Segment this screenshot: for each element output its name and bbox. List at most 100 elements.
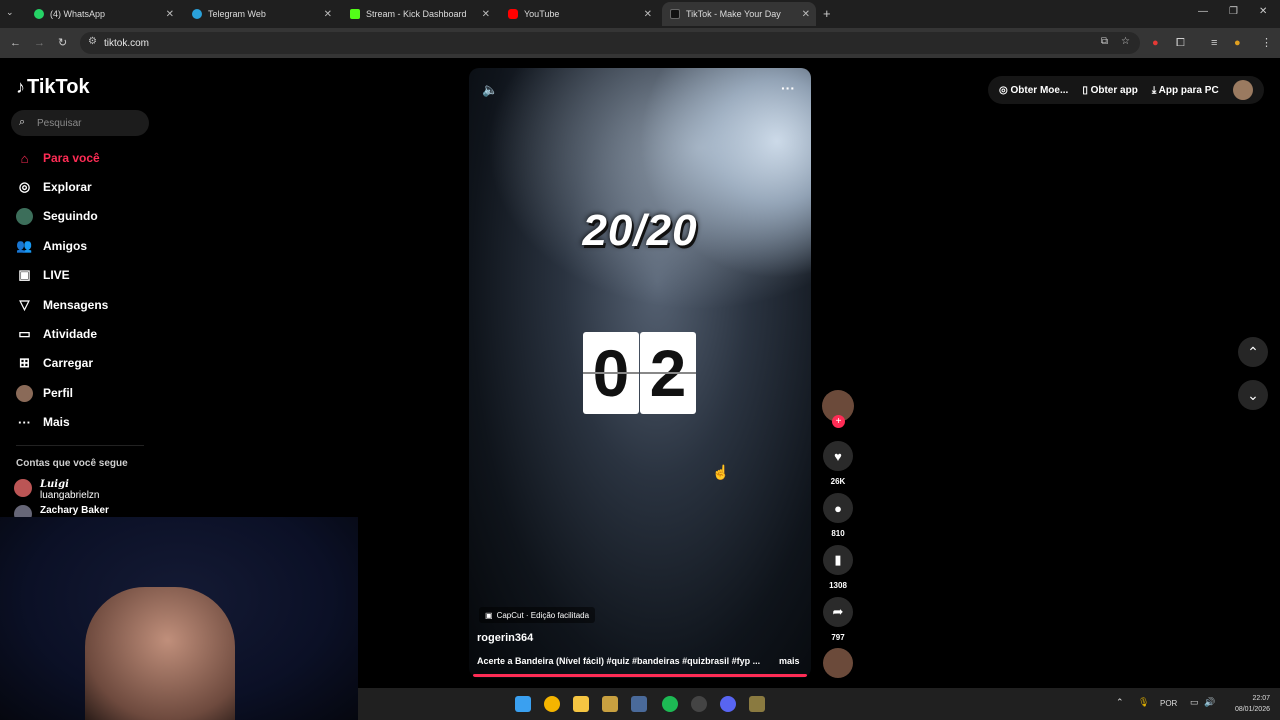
search-input[interactable]: ⌕ Pesquisar (11, 110, 149, 136)
sidebar-item-live[interactable]: ▣ LIVE (16, 265, 70, 285)
timer-digit: 2 (640, 332, 696, 414)
sidebar-item-atividade[interactable]: ▭ Atividade (16, 324, 97, 344)
capcut-icon: ▣ (485, 610, 493, 620)
sidebar-item-perfil[interactable]: Perfil (16, 383, 73, 403)
system-clock[interactable]: 22:07 08/01/2026 (1235, 693, 1270, 715)
sidebar: ♪ TikTok ⌕ Pesquisar ⌂ Para você ◎ Explora… (0, 58, 160, 523)
app-icon[interactable] (602, 696, 618, 712)
spotify-icon[interactable] (662, 696, 678, 712)
friends-icon: 👥 (16, 238, 33, 253)
app-icon[interactable] (631, 696, 647, 712)
sidebar-item-explorar[interactable]: ◎ Explorar (16, 177, 92, 197)
bookmark-button[interactable]: ▮ 1308 (822, 545, 854, 590)
user-avatar[interactable] (1232, 80, 1253, 100)
close-tab-icon[interactable]: ✕ (802, 9, 810, 20)
get-coins-label: Obter Moe... (1010, 84, 1069, 96)
caption-more-link[interactable]: mais (779, 656, 800, 666)
whatsapp-icon (34, 9, 44, 19)
maximize-icon[interactable]: ❐ (1229, 6, 1238, 17)
next-video-button[interactable]: ⌄ (1238, 380, 1268, 410)
site-info-icon[interactable]: ⚙ (88, 36, 97, 47)
video-progress-bar[interactable] (473, 674, 807, 677)
get-app-button[interactable]: ▯ Obter app (1082, 85, 1138, 96)
browser-toolbar: ← → ↻ ⚙ tiktok.com ⧉ ☆ ● ⧠ ≡ ● ⋮ (0, 28, 1280, 58)
comment-button[interactable]: ● 810 (822, 493, 854, 538)
obs-icon[interactable] (691, 696, 707, 712)
language-indicator[interactable]: POR (1160, 699, 1177, 708)
youtube-icon (508, 9, 518, 19)
tab-kick[interactable]: Stream - Kick Dashboard ✕ (342, 2, 496, 26)
speaker-icon[interactable]: 🔊 (1204, 697, 1215, 708)
extensions-puzzle-icon[interactable]: ⧠ (1176, 36, 1185, 50)
account-name: Luigi (40, 479, 69, 490)
nav-label: LIVE (43, 268, 70, 282)
account-handle: luangabrielzn (40, 490, 100, 501)
streamer-image (85, 587, 235, 720)
like-button[interactable]: ♥ 26K (822, 441, 854, 486)
address-bar[interactable]: ⚙ tiktok.com ⧉ ☆ (80, 32, 1140, 54)
new-tab-icon[interactable]: + (823, 6, 831, 21)
start-icon[interactable] (515, 696, 531, 712)
sidebar-item-carregar[interactable]: ⊞ Carregar (16, 353, 93, 373)
following-section-title: Contas que você segue (16, 458, 128, 469)
video-player[interactable]: 🔈 ··· 20/20 0 2 ▣ CapCut · Edição facili… (469, 68, 811, 678)
get-coins-button[interactable]: ◎ Obter Moe... (999, 85, 1068, 96)
microphone-icon[interactable]: 🎙 (1138, 697, 1149, 708)
discord-icon[interactable] (720, 696, 736, 712)
tab-search-icon[interactable]: ⌄ (6, 7, 14, 18)
video-username[interactable]: rogerin364 (477, 632, 533, 644)
minimize-icon[interactable]: — (1198, 6, 1208, 17)
chevron-down-icon: ⌄ (1247, 386, 1259, 403)
sidebar-item-mensagens[interactable]: ▽ Mensagens (16, 295, 109, 315)
sidebar-item-amigos[interactable]: 👥 Amigos (16, 236, 87, 256)
nav-label: Amigos (43, 239, 88, 253)
creator-avatar[interactable]: + (822, 390, 854, 428)
compass-icon: ◎ (18, 179, 31, 194)
install-icon[interactable]: ⧉ (1101, 36, 1108, 47)
followed-account[interactable]: Luigi luangabrielzn (14, 479, 100, 501)
forward-icon[interactable]: → (34, 36, 45, 50)
following-icon (16, 207, 33, 225)
nav-label: Atividade (43, 327, 98, 341)
network-icon[interactable]: ▭ (1190, 697, 1199, 708)
tab-whatsapp[interactable]: (4) WhatsApp ✕ (26, 2, 180, 26)
file-explorer-icon[interactable] (573, 696, 589, 712)
tab-telegram[interactable]: Telegram Web ✕ (184, 2, 338, 26)
sidebar-item-seguindo[interactable]: Seguindo (16, 206, 98, 226)
chrome-icon[interactable] (544, 696, 560, 712)
back-icon[interactable]: ← (10, 36, 21, 50)
top-right-bar: ◎ Obter Moe... ▯ Obter app ⤓ App para PC (988, 76, 1264, 104)
close-tab-icon[interactable]: ✕ (166, 9, 174, 20)
profile-avatar-icon[interactable]: ● (1234, 36, 1241, 50)
nav-label: Para você (43, 151, 100, 165)
follow-plus-icon[interactable]: + (832, 415, 845, 428)
tab-youtube[interactable]: YouTube ✕ (500, 2, 658, 26)
get-app-label: Obter app (1090, 84, 1138, 96)
tray-chevron-icon[interactable]: ⌃ (1116, 697, 1124, 708)
previous-video-button[interactable]: ⌃ (1238, 337, 1268, 367)
close-window-icon[interactable]: ✕ (1259, 6, 1267, 17)
more-icon: ··· (18, 414, 31, 430)
sidebar-item-para-voce[interactable]: ⌂ Para você (16, 148, 100, 168)
sound-avatar[interactable] (822, 648, 854, 678)
video-caption: Acerte a Bandeira (Nível fácil) #quiz #b… (477, 656, 761, 666)
sidebar-item-mais[interactable]: ··· Mais (16, 412, 70, 432)
bookmark-star-icon[interactable]: ☆ (1121, 36, 1130, 47)
nav-label: Carregar (43, 356, 94, 370)
close-tab-icon[interactable]: ✕ (482, 9, 490, 20)
nav-label: Mais (43, 415, 70, 429)
pc-app-button[interactable]: ⤓ App para PC (1152, 85, 1219, 96)
media-control-icon[interactable]: ≡ (1211, 36, 1217, 50)
close-tab-icon[interactable]: ✕ (324, 9, 332, 20)
volume-icon[interactable]: 🔈 (482, 82, 498, 98)
browser-menu-icon[interactable]: ⋮ (1261, 36, 1272, 50)
close-tab-icon[interactable]: ✕ (644, 9, 652, 20)
reload-icon[interactable]: ↻ (58, 36, 67, 50)
app-icon[interactable] (749, 696, 765, 712)
share-button[interactable]: ➦ 797 (822, 597, 854, 642)
capcut-badge[interactable]: ▣ CapCut · Edição facilitada (479, 607, 596, 623)
tab-tiktok[interactable]: TikTok - Make Your Day ✕ (662, 2, 816, 26)
tiktok-logo[interactable]: ♪ TikTok (16, 76, 90, 99)
video-more-icon[interactable]: ··· (781, 80, 795, 96)
extension-icon[interactable]: ● (1152, 36, 1159, 50)
